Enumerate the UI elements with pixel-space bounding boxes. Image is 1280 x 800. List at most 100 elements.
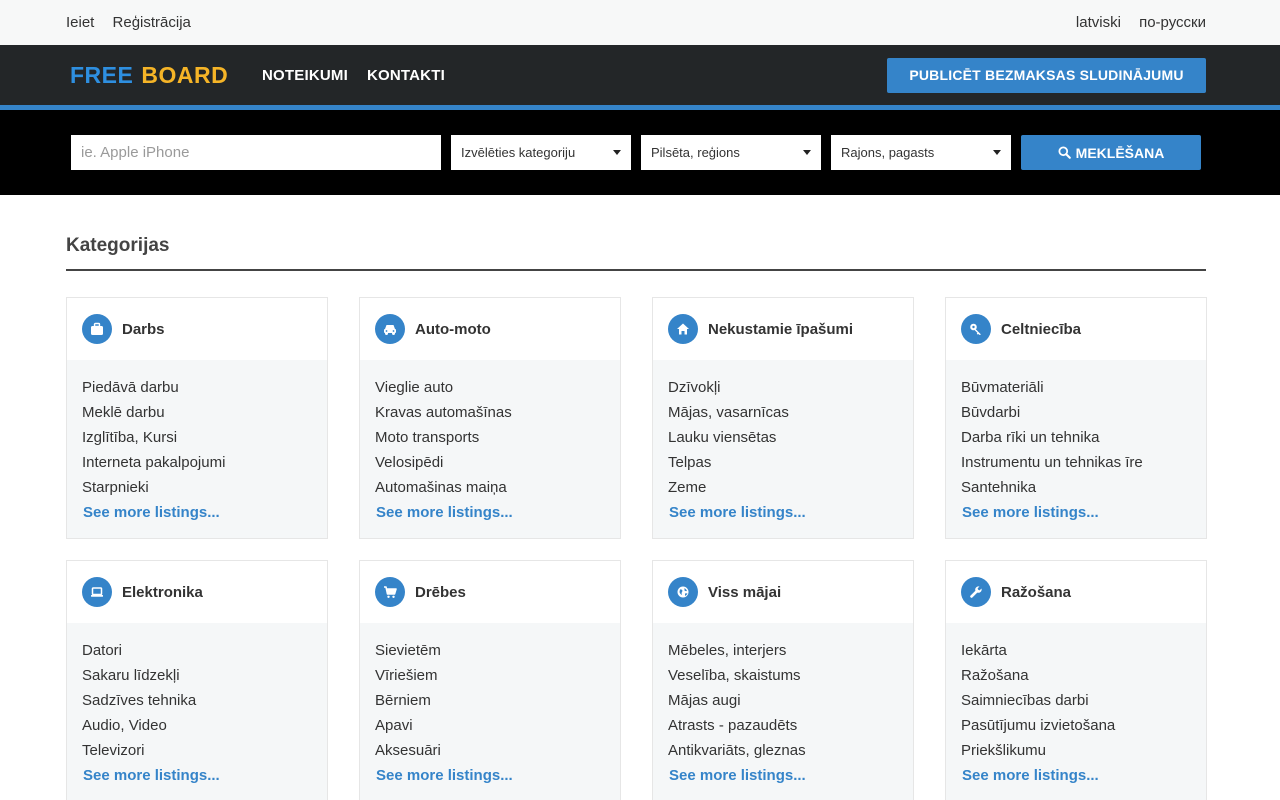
category-link[interactable]: Automašinas maiņa	[375, 475, 605, 500]
category-link[interactable]: Vieglie auto	[375, 375, 605, 400]
category-link[interactable]: Instrumentu un tehnikas īre	[961, 450, 1191, 475]
category-links-list: Dzīvokļi Mājas, vasarnīcas Lauku viensētas…	[668, 375, 898, 500]
see-more-link[interactable]: See more listings...	[375, 500, 605, 525]
category-card-header[interactable]: Ražošana	[946, 561, 1206, 623]
category-link[interactable]: Starpnieki	[82, 475, 312, 500]
category-link[interactable]: Iekārta	[961, 638, 1191, 663]
see-more-link[interactable]: See more listings...	[961, 500, 1191, 525]
lang-ru-link[interactable]: по-русски	[1139, 14, 1206, 31]
category-link[interactable]: Vīriešiem	[375, 663, 605, 688]
publish-ad-button[interactable]: PUBLICĒT BEZMAKSAS SLUDINĀJUMU	[887, 57, 1206, 93]
see-more-link[interactable]: See more listings...	[668, 763, 898, 788]
category-card-header[interactable]: Celtniecība	[946, 298, 1206, 360]
login-link[interactable]: Ieiet	[66, 14, 94, 31]
logo-free-text: FREE	[70, 61, 134, 88]
category-link[interactable]: Televizori	[82, 738, 312, 763]
category-title[interactable]: Auto-moto	[415, 321, 491, 338]
category-title[interactable]: Drēbes	[415, 584, 466, 601]
category-link[interactable]: Velosipēdi	[375, 450, 605, 475]
category-title[interactable]: Celtniecība	[1001, 321, 1081, 338]
category-link[interactable]: Veselība, skaistums	[668, 663, 898, 688]
category-link[interactable]: Pasūtījumu izvietošana	[961, 713, 1191, 738]
see-more-link[interactable]: See more listings...	[961, 763, 1191, 788]
category-link[interactable]: Dzīvokļi	[668, 375, 898, 400]
see-more-link[interactable]: See more listings...	[668, 500, 898, 525]
category-links-list: Piedāvā darbu Meklē darbu Izglītība, Kursi…	[82, 375, 312, 500]
category-link[interactable]: Mājas, vasarnīcas	[668, 400, 898, 425]
district-select[interactable]: Rajons, pagasts	[831, 135, 1011, 170]
category-card-header[interactable]: Elektronika	[67, 561, 327, 623]
category-card: Drēbes Sievietēm Vīriešiem Bērniem Apavi Aks…	[359, 560, 621, 800]
category-link[interactable]: Saimniecības darbi	[961, 688, 1191, 713]
category-link[interactable]: Zeme	[668, 475, 898, 500]
category-card: Viss mājai Mēbeles, interjers Veselība, s…	[652, 560, 914, 800]
category-link[interactable]: Bērniem	[375, 688, 605, 713]
category-card-body: Sievietēm Vīriešiem Bērniem Apavi Aksesuāri …	[360, 623, 620, 788]
category-link[interactable]: Atrasts - pazaudēts	[668, 713, 898, 738]
site-logo[interactable]: FREE BOARD	[70, 62, 262, 89]
category-link[interactable]: Mēbeles, interjers	[668, 638, 898, 663]
home-icon	[668, 314, 698, 344]
category-card-header[interactable]: Auto-moto	[360, 298, 620, 360]
category-card: Ražošana Iekārta Ražošana Saimniecības dar…	[945, 560, 1207, 800]
see-more-link[interactable]: See more listings...	[82, 500, 312, 525]
category-link[interactable]: Ražošana	[961, 663, 1191, 688]
category-links-list: Iekārta Ražošana Saimniecības darbi Pasūtīj…	[961, 638, 1191, 763]
category-link[interactable]: Būvmateriāli	[961, 375, 1191, 400]
category-link[interactable]: Audio, Video	[82, 713, 312, 738]
category-link[interactable]: Sievietēm	[375, 638, 605, 663]
category-link[interactable]: Izglītība, Kursi	[82, 425, 312, 450]
category-title[interactable]: Elektronika	[122, 584, 203, 601]
category-link[interactable]: Piedāvā darbu	[82, 375, 312, 400]
top-bar: Ieiet Reģistrācija latviski по-русски	[0, 0, 1280, 45]
category-title[interactable]: Darbs	[122, 321, 165, 338]
search-bar: Izvēlēties kategoriju Pilsēta, reģions R…	[0, 110, 1280, 195]
category-link[interactable]: Interneta pakalpojumi	[82, 450, 312, 475]
category-select[interactable]: Izvēlēties kategoriju	[451, 135, 631, 170]
chevron-down-icon	[613, 150, 621, 155]
category-card-body: Mēbeles, interjers Veselība, skaistums Māj…	[653, 623, 913, 788]
register-link[interactable]: Reģistrācija	[113, 14, 191, 31]
category-link[interactable]: Santehnika	[961, 475, 1191, 500]
category-link[interactable]: Sakaru līdzekļi	[82, 663, 312, 688]
key-icon	[961, 314, 991, 344]
city-select[interactable]: Pilsēta, reģions	[641, 135, 821, 170]
category-card-header[interactable]: Darbs	[67, 298, 327, 360]
category-link[interactable]: Aksesuāri	[375, 738, 605, 763]
category-link[interactable]: Kravas automašīnas	[375, 400, 605, 425]
search-button[interactable]: MEKLĒŠANA	[1021, 135, 1201, 170]
category-title[interactable]: Nekustamie īpašumi	[708, 321, 853, 338]
category-link[interactable]: Meklē darbu	[82, 400, 312, 425]
search-input[interactable]	[71, 135, 441, 170]
category-link[interactable]: Mājas augi	[668, 688, 898, 713]
category-links-list: Vieglie auto Kravas automašīnas Moto trans…	[375, 375, 605, 500]
category-card: Auto-moto Vieglie auto Kravas automašīnas…	[359, 297, 621, 539]
cart-icon	[375, 577, 405, 607]
category-link[interactable]: Darba rīki un tehnika	[961, 425, 1191, 450]
category-card-body: Piedāvā darbu Meklē darbu Izglītība, Kursi…	[67, 360, 327, 525]
category-title[interactable]: Viss mājai	[708, 584, 781, 601]
language-links: latviski по-русски	[1062, 14, 1206, 31]
category-link[interactable]: Sadzīves tehnika	[82, 688, 312, 713]
category-link[interactable]: Moto transports	[375, 425, 605, 450]
category-link[interactable]: Telpas	[668, 450, 898, 475]
lang-lv-link[interactable]: latviski	[1076, 14, 1121, 31]
category-card-header[interactable]: Viss mājai	[653, 561, 913, 623]
nav-rules-link[interactable]: NOTEIKUMI	[262, 67, 348, 84]
category-card-header[interactable]: Drēbes	[360, 561, 620, 623]
category-link[interactable]: Lauku viensētas	[668, 425, 898, 450]
category-link[interactable]: Apavi	[375, 713, 605, 738]
see-more-link[interactable]: See more listings...	[375, 763, 605, 788]
logo-board-text: BOARD	[141, 61, 229, 88]
category-link[interactable]: Antikvariāts, gleznas	[668, 738, 898, 763]
see-more-link[interactable]: See more listings...	[82, 763, 312, 788]
category-title[interactable]: Ražošana	[1001, 584, 1071, 601]
category-link[interactable]: Datori	[82, 638, 312, 663]
category-link[interactable]: Priekšlikumu	[961, 738, 1191, 763]
categories-grid: Darbs Piedāvā darbu Meklē darbu Izglītība,…	[66, 297, 1207, 800]
category-link[interactable]: Būvdarbi	[961, 400, 1191, 425]
category-card-header[interactable]: Nekustamie īpašumi	[653, 298, 913, 360]
nav-contacts-link[interactable]: KONTAKTI	[367, 67, 445, 84]
search-button-label: MEKLĒŠANA	[1075, 144, 1165, 161]
main-content: Kategorijas Darbs Piedāvā darbu Meklē dar…	[0, 235, 1280, 800]
